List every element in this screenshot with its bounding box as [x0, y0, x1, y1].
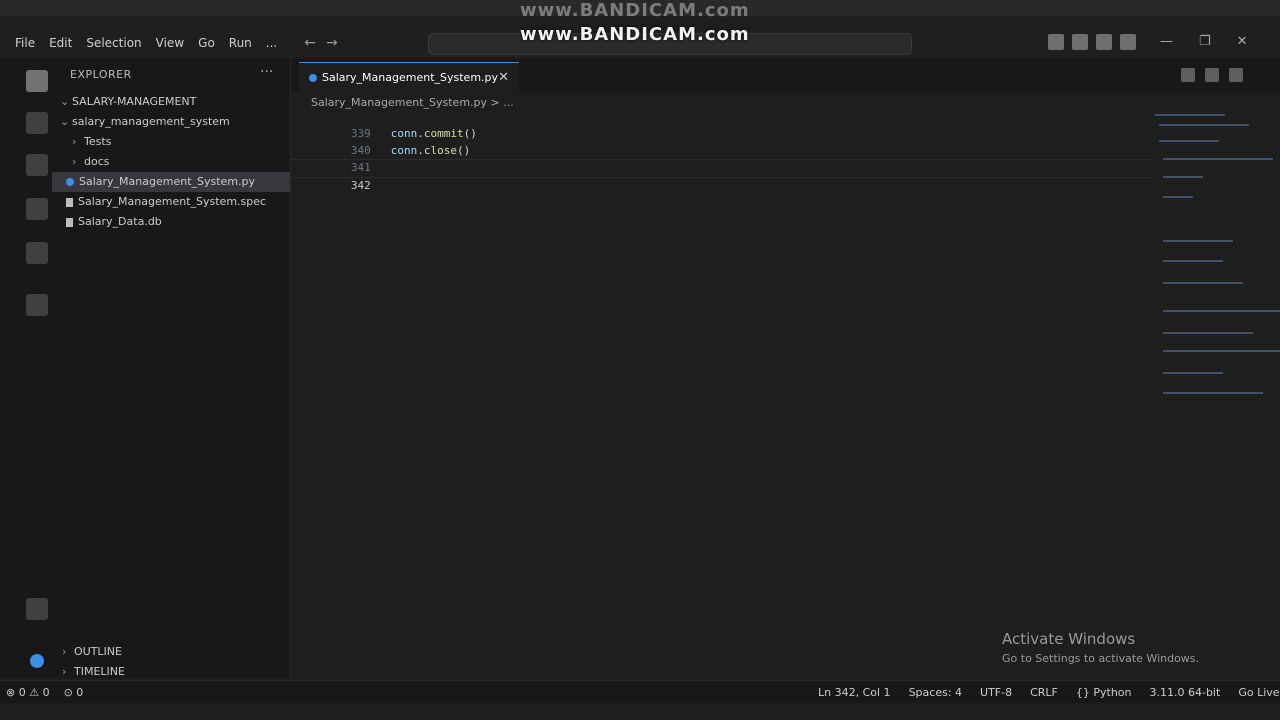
tree-root[interactable]: ⌄ SALARY-MANAGEMENT — [52, 92, 290, 112]
python-file-icon — [66, 178, 74, 186]
menu-file[interactable]: File — [8, 36, 42, 50]
settings-gear-icon[interactable] — [30, 654, 44, 668]
line-ending[interactable]: CRLF — [1030, 686, 1058, 699]
layout-controls — [1048, 34, 1136, 50]
minimize-icon[interactable]: — — [1160, 34, 1173, 49]
sidebar-title: EXPLORER — [70, 68, 132, 81]
file-icon — [66, 197, 73, 207]
explorer-sidebar: EXPLORER ··· ⌄ SALARY-MANAGEMENT ⌄ salary_… — [52, 58, 291, 678]
minimap-line — [1163, 310, 1280, 312]
watermark-ghost: www.BANDICAM.com — [520, 0, 750, 21]
problems-indicator[interactable]: ⊗ 0 ⚠ 0 — [6, 686, 50, 699]
toggle-sidebar-icon[interactable] — [1048, 34, 1064, 50]
split-editor-icon[interactable] — [1205, 68, 1219, 82]
outline-section[interactable]: › OUTLINE — [52, 642, 290, 662]
cursor-position[interactable]: Ln 342, Col 1 — [818, 686, 891, 699]
list-item[interactable]: › docs — [52, 152, 290, 172]
file-tree: ⌄ SALARY-MANAGEMENT ⌄ salary_management_sy… — [52, 92, 290, 232]
menu-bar: File Edit Selection View Go Run ... — [0, 36, 284, 50]
restore-icon[interactable]: ❐ — [1199, 34, 1211, 49]
more-actions-icon[interactable] — [1229, 68, 1243, 82]
status-right: Ln 342, Col 1 Spaces: 4 UTF-8 CRLF {} Py… — [818, 686, 1280, 699]
minimap-line — [1163, 260, 1223, 262]
minimap-line — [1163, 282, 1243, 284]
status-left: ⊗ 0 ⚠ 0 ⊙ 0 — [6, 686, 83, 699]
window-controls: — ❐ ✕ — [1160, 34, 1248, 49]
chevron-right-icon: › — [72, 155, 77, 168]
encoding[interactable]: UTF-8 — [980, 686, 1012, 699]
list-item[interactable]: Salary_Data.db — [52, 212, 290, 232]
code-line: 340 conn.close() — [291, 125, 1151, 157]
language-mode[interactable]: {} Python — [1076, 686, 1132, 699]
run-icon[interactable] — [1181, 68, 1195, 82]
ports-indicator[interactable]: ⊙ 0 — [64, 686, 84, 699]
run-debug-icon[interactable] — [26, 198, 48, 220]
menu-edit[interactable]: Edit — [42, 36, 79, 50]
activate-title: Activate Windows — [1002, 630, 1136, 648]
minimap[interactable] — [1155, 110, 1280, 410]
activate-subtitle: Go to Settings to activate Windows. — [1002, 652, 1200, 665]
tab-bar: Salary_Management_System.py ✕ — [291, 58, 1280, 92]
menu-selection[interactable]: Selection — [79, 36, 148, 50]
extensions-icon[interactable] — [26, 242, 48, 264]
close-window-icon[interactable]: ✕ — [1237, 34, 1248, 49]
remote-explorer-icon[interactable] — [26, 294, 48, 316]
minimap-line — [1159, 140, 1219, 142]
menu-more[interactable]: ... — [259, 36, 284, 50]
list-item[interactable]: ⌄ salary_management_system — [52, 112, 290, 132]
explorer-icon[interactable] — [26, 70, 48, 92]
go-live-button[interactable]: Go Live — [1238, 686, 1279, 699]
tab-salary-management-system[interactable]: Salary_Management_System.py ✕ — [299, 62, 519, 92]
activity-bar — [0, 58, 53, 678]
sidebar-bottom-sections: › OUTLINE › TIMELINE — [52, 642, 290, 682]
customize-layout-icon[interactable] — [1120, 34, 1136, 50]
bandicam-watermark: www.BANDICAM.com — [520, 24, 750, 45]
minimap-line — [1163, 350, 1280, 352]
python-interpreter[interactable]: 3.11.0 64-bit — [1150, 686, 1221, 699]
accounts-icon[interactable] — [26, 598, 48, 620]
menu-go[interactable]: Go — [191, 36, 222, 50]
list-item[interactable]: › Tests — [52, 132, 290, 152]
chevron-right-icon: › — [62, 645, 67, 658]
indentation[interactable]: Spaces: 4 — [909, 686, 962, 699]
chevron-right-icon: › — [72, 135, 77, 148]
close-icon[interactable]: ✕ — [498, 70, 509, 85]
line-number: 342 — [350, 179, 371, 192]
toggle-panel-icon[interactable] — [1072, 34, 1088, 50]
minimap-line — [1159, 124, 1249, 126]
list-item-selected[interactable]: Salary_Management_System.py — [52, 172, 290, 192]
minimap-line — [1163, 372, 1223, 374]
search-icon[interactable] — [26, 112, 48, 134]
minimap-line — [1163, 240, 1233, 242]
toggle-secondary-sidebar-icon[interactable] — [1096, 34, 1112, 50]
database-file-icon — [66, 217, 73, 227]
chevron-right-icon: › — [62, 665, 67, 678]
list-item[interactable]: Salary_Management_System.spec — [52, 192, 290, 212]
menu-view[interactable]: View — [149, 36, 191, 50]
minimap-line — [1155, 114, 1225, 116]
code-line-current: 342 — [291, 159, 1151, 192]
more-actions-icon[interactable]: ··· — [260, 64, 273, 80]
editor-area: Salary_Management_System.py ✕ Salary_Man… — [291, 58, 1280, 678]
code-line: 341 — [291, 142, 1151, 174]
python-file-icon — [309, 73, 317, 82]
forward-arrow-icon[interactable]: → — [326, 35, 338, 51]
navigation-buttons: ← → — [304, 35, 337, 51]
minimap-line — [1163, 332, 1253, 334]
minimap-line — [1163, 158, 1273, 160]
status-bar: ⊗ 0 ⚠ 0 ⊙ 0 Ln 342, Col 1 Spaces: 4 UTF-… — [0, 680, 1280, 703]
code-line: 339 conn.commit() — [291, 108, 1151, 140]
editor-actions — [1181, 68, 1243, 82]
activate-windows-notice: Activate Windows Go to Settings to activ… — [1002, 630, 1199, 665]
menu-run[interactable]: Run — [222, 36, 259, 50]
timeline-section[interactable]: › TIMELINE — [52, 662, 290, 682]
minimap-line — [1163, 196, 1193, 198]
back-arrow-icon[interactable]: ← — [304, 35, 316, 51]
chevron-down-icon: ⌄ — [60, 115, 70, 128]
code-editor[interactable]: 339 conn.commit() 340 conn.close() 341 342 — [291, 108, 1151, 192]
minimap-line — [1163, 392, 1263, 394]
minimap-line — [1163, 176, 1203, 178]
source-control-icon[interactable] — [26, 154, 48, 176]
chevron-down-icon: ⌄ — [60, 95, 70, 108]
